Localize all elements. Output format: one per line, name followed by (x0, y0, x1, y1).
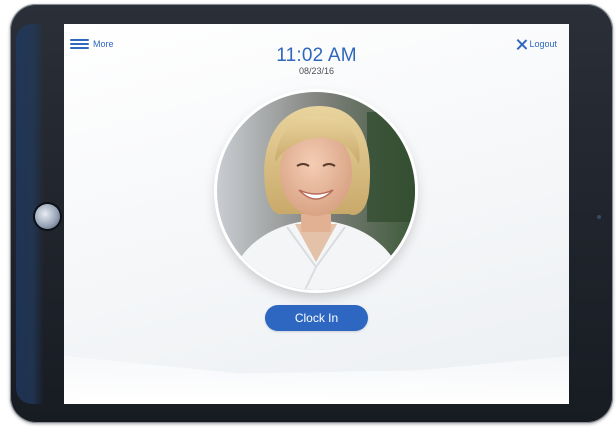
camera-icon (597, 215, 601, 219)
app-screen: More Logout 11:02 AM 08/23/16 Clock In (64, 24, 569, 404)
user-avatar (217, 92, 415, 290)
user-photo (217, 92, 415, 290)
current-time: 11:02 AM (276, 45, 357, 66)
clock-in-button[interactable]: Clock In (265, 305, 368, 331)
page: More Logout 11:02 AM 08/23/16 Clock In (0, 0, 616, 427)
home-button[interactable] (35, 204, 60, 229)
current-date: 08/23/16 (298, 66, 335, 76)
background-wave (64, 356, 569, 404)
